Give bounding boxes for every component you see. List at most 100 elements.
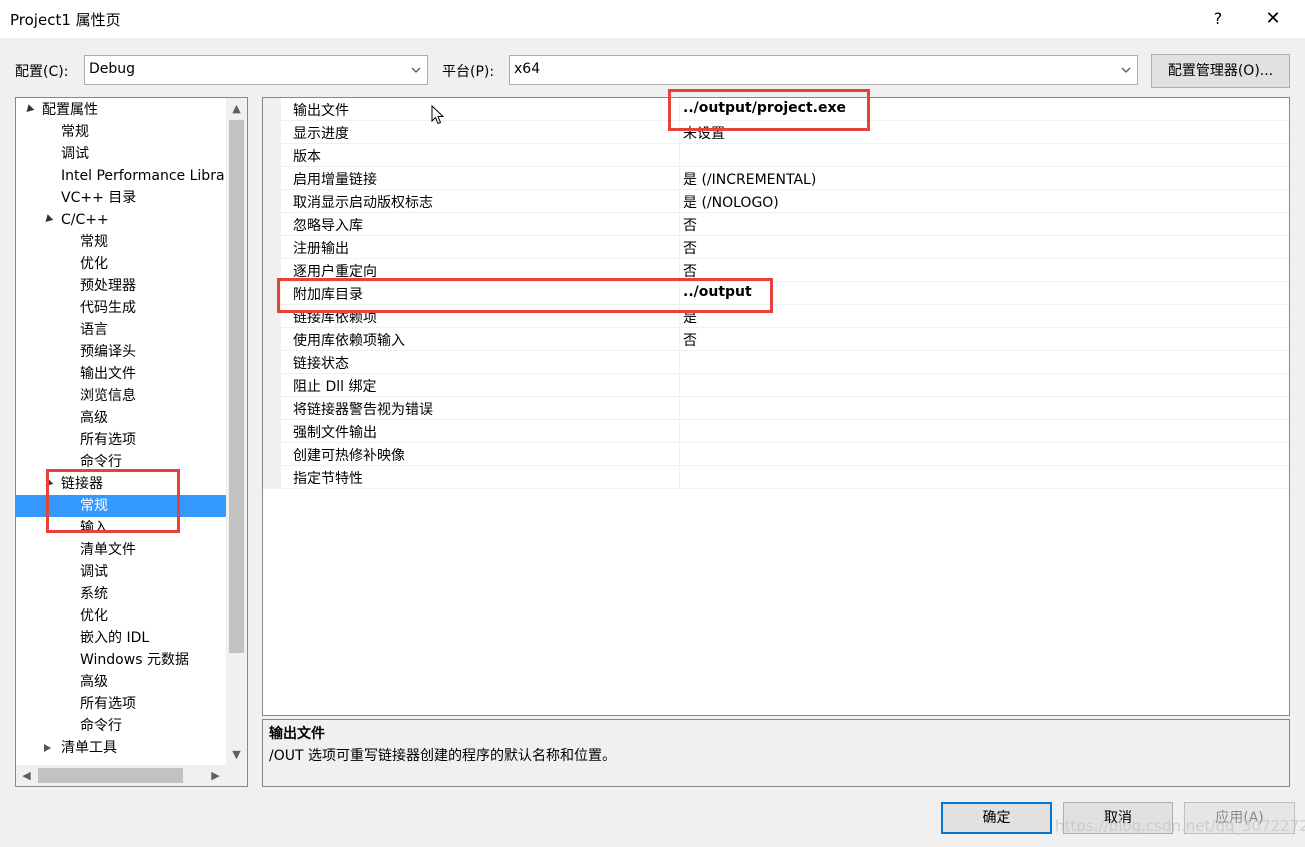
- tree-item[interactable]: 清单文件: [16, 539, 226, 561]
- row-gutter: [263, 236, 281, 259]
- property-name: 启用增量链接: [293, 172, 377, 188]
- configuration-manager-button[interactable]: 配置管理器(O)...: [1151, 54, 1290, 88]
- tree-item[interactable]: 高级: [16, 671, 226, 693]
- scroll-corner: [226, 765, 247, 786]
- tree-item[interactable]: 调试: [16, 143, 226, 165]
- vertical-scroll-thumb[interactable]: [229, 120, 244, 653]
- highlight-box-linker-general: [46, 469, 180, 533]
- property-row[interactable]: 使用库依赖项输入 否: [263, 328, 1289, 351]
- tree-item-label: 优化: [80, 608, 108, 624]
- property-row[interactable]: 指定节特性: [263, 466, 1289, 489]
- tree-item[interactable]: 优化: [16, 605, 226, 627]
- tree-item[interactable]: 清单工具: [16, 737, 226, 759]
- tree-item-label: 嵌入的 IDL: [80, 630, 150, 646]
- tree-item-label: 代码生成: [80, 300, 136, 316]
- scroll-up-icon[interactable]: ▲: [226, 98, 247, 119]
- mouse-cursor-icon: [431, 105, 445, 125]
- tree-item-label: VC++ 目录: [61, 190, 137, 206]
- column-divider: [679, 190, 680, 213]
- tree-item-label: 清单文件: [80, 542, 136, 558]
- property-row[interactable]: 取消显示启动版权标志 是 (/NOLOGO): [263, 190, 1289, 213]
- property-value[interactable]: 否: [683, 330, 697, 350]
- tree-item-label: 所有选项: [80, 696, 136, 712]
- tree-item[interactable]: 语言: [16, 319, 226, 341]
- property-value[interactable]: 否: [683, 215, 697, 235]
- property-value[interactable]: 是 (/INCREMENTAL): [683, 169, 816, 189]
- property-row[interactable]: 忽略导入库 否: [263, 213, 1289, 236]
- row-gutter: [263, 374, 281, 397]
- scroll-left-icon[interactable]: ◀: [16, 765, 37, 786]
- platform-select[interactable]: x64: [509, 55, 1138, 85]
- column-divider: [679, 374, 680, 397]
- property-row[interactable]: 阻止 Dll 绑定: [263, 374, 1289, 397]
- property-value[interactable]: 是 (/NOLOGO): [683, 192, 779, 212]
- help-button[interactable]: ?: [1203, 4, 1233, 34]
- tree-item-label: Windows 元数据: [80, 652, 189, 668]
- platform-label: 平台(P):: [442, 64, 495, 80]
- property-row[interactable]: 创建可热修补映像: [263, 443, 1289, 466]
- ok-button[interactable]: 确定: [941, 802, 1052, 834]
- property-row[interactable]: 注册输出 否: [263, 236, 1289, 259]
- column-divider: [679, 213, 680, 236]
- collapsed-triangle-icon[interactable]: [44, 744, 51, 752]
- property-row[interactable]: 强制文件输出: [263, 420, 1289, 443]
- property-row[interactable]: 链接状态: [263, 351, 1289, 374]
- close-button[interactable]: ✕: [1258, 4, 1288, 34]
- description-title: 输出文件: [269, 726, 325, 742]
- tree-item[interactable]: 浏览信息: [16, 385, 226, 407]
- window-title: Project1 属性页: [10, 11, 121, 29]
- tree-item[interactable]: 命令行: [16, 715, 226, 737]
- scroll-down-icon[interactable]: ▼: [226, 744, 247, 765]
- configuration-select[interactable]: Debug: [84, 55, 428, 85]
- chevron-down-icon: [1121, 67, 1131, 73]
- horizontal-scrollbar[interactable]: ◀ ▶: [16, 765, 226, 786]
- tree-item[interactable]: 优化: [16, 253, 226, 275]
- configuration-label: 配置(C):: [15, 64, 69, 80]
- scroll-right-icon[interactable]: ▶: [205, 765, 226, 786]
- tree-item-label: 预处理器: [80, 278, 136, 294]
- expanded-triangle-icon[interactable]: [42, 214, 54, 225]
- description-panel: 输出文件 /OUT 选项可重写链接器创建的程序的默认名称和位置。: [262, 719, 1290, 787]
- tree-item[interactable]: Intel Performance Libra: [16, 165, 226, 187]
- column-divider: [679, 328, 680, 351]
- tree-item[interactable]: VC++ 目录: [16, 187, 226, 209]
- property-row[interactable]: 将链接器警告视为错误: [263, 397, 1289, 420]
- property-grid[interactable]: 输出文件 ../output/project.exe 显示进度 未设置 版本 启用增量链接…: [262, 97, 1290, 716]
- tree-item-label: 浏览信息: [80, 388, 136, 404]
- tree-item[interactable]: 代码生成: [16, 297, 226, 319]
- property-name: 阻止 Dll 绑定: [293, 379, 377, 395]
- property-name: 链接状态: [293, 356, 349, 372]
- tree-item-label: 系统: [80, 586, 108, 602]
- tree-item[interactable]: 所有选项: [16, 693, 226, 715]
- tree-item[interactable]: 配置属性: [16, 99, 226, 121]
- tree-item[interactable]: 高级: [16, 407, 226, 429]
- tree-item[interactable]: 预编译头: [16, 341, 226, 363]
- tree-item[interactable]: 输出文件: [16, 363, 226, 385]
- tree-item[interactable]: 系统: [16, 583, 226, 605]
- tree-item-label: 常规: [61, 124, 89, 140]
- property-row[interactable]: 启用增量链接 是 (/INCREMENTAL): [263, 167, 1289, 190]
- property-value[interactable]: 否: [683, 238, 697, 258]
- column-divider: [679, 420, 680, 443]
- column-divider: [679, 351, 680, 374]
- tree-item[interactable]: 常规: [16, 121, 226, 143]
- tree-item-label: 清单工具: [61, 740, 117, 756]
- tree-item-label: 语言: [80, 322, 108, 338]
- description-text: /OUT 选项可重写链接器创建的程序的默认名称和位置。: [269, 748, 616, 764]
- tree-item[interactable]: Windows 元数据: [16, 649, 226, 671]
- tree-item[interactable]: 嵌入的 IDL: [16, 627, 226, 649]
- tree-item[interactable]: 常规: [16, 231, 226, 253]
- horizontal-scroll-thumb[interactable]: [38, 768, 183, 783]
- tree-item[interactable]: 所有选项: [16, 429, 226, 451]
- property-tree[interactable]: 配置属性 常规 调试 Intel Performance Libra VC++ 目录 C/…: [15, 97, 248, 787]
- property-row[interactable]: 版本: [263, 144, 1289, 167]
- tree-item[interactable]: 预处理器: [16, 275, 226, 297]
- tree-item-label: 优化: [80, 256, 108, 272]
- row-gutter: [263, 98, 281, 121]
- vertical-scrollbar[interactable]: ▲ ▼: [226, 98, 247, 765]
- expanded-triangle-icon[interactable]: [23, 104, 35, 115]
- tree-item[interactable]: C/C++: [16, 209, 226, 231]
- row-gutter: [263, 328, 281, 351]
- configuration-value: Debug: [89, 61, 136, 77]
- tree-item[interactable]: 调试: [16, 561, 226, 583]
